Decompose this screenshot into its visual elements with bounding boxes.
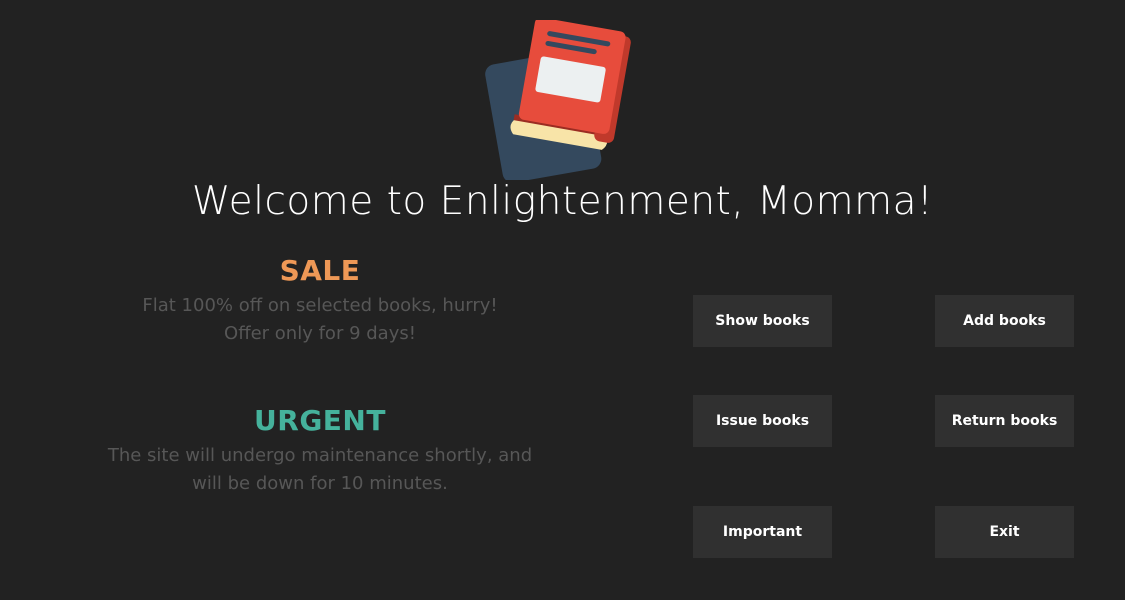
sale-title: SALE (279, 254, 361, 287)
sale-body: Flat 100% off on selected books, hurry! … (60, 292, 580, 348)
urgent-body: The site will undergo maintenance shortl… (60, 442, 580, 498)
urgent-notice: URGENT The site will undergo maintenance… (60, 404, 580, 498)
urgent-line-2: will be down for 10 minutes. (192, 473, 448, 494)
add-books-button[interactable]: Add books (935, 295, 1074, 347)
sale-notice: SALE Flat 100% off on selected books, hu… (60, 254, 580, 348)
sale-line-2: Offer only for 9 days! (224, 323, 416, 344)
issue-books-button[interactable]: Issue books (693, 395, 832, 447)
welcome-heading: Welcome to Enlightenment, Momma! (191, 179, 934, 224)
show-books-button[interactable]: Show books (693, 295, 832, 347)
books-icon (485, 20, 631, 180)
urgent-title: URGENT (254, 404, 386, 437)
main-window: Welcome to Enlightenment, Momma! SALE Fl… (0, 0, 1125, 600)
return-books-button[interactable]: Return books (935, 395, 1074, 447)
sale-line-1: Flat 100% off on selected books, hurry! (142, 295, 498, 316)
important-button[interactable]: Important (693, 506, 832, 558)
urgent-line-1: The site will undergo maintenance shortl… (107, 445, 533, 466)
exit-button[interactable]: Exit (935, 506, 1074, 558)
